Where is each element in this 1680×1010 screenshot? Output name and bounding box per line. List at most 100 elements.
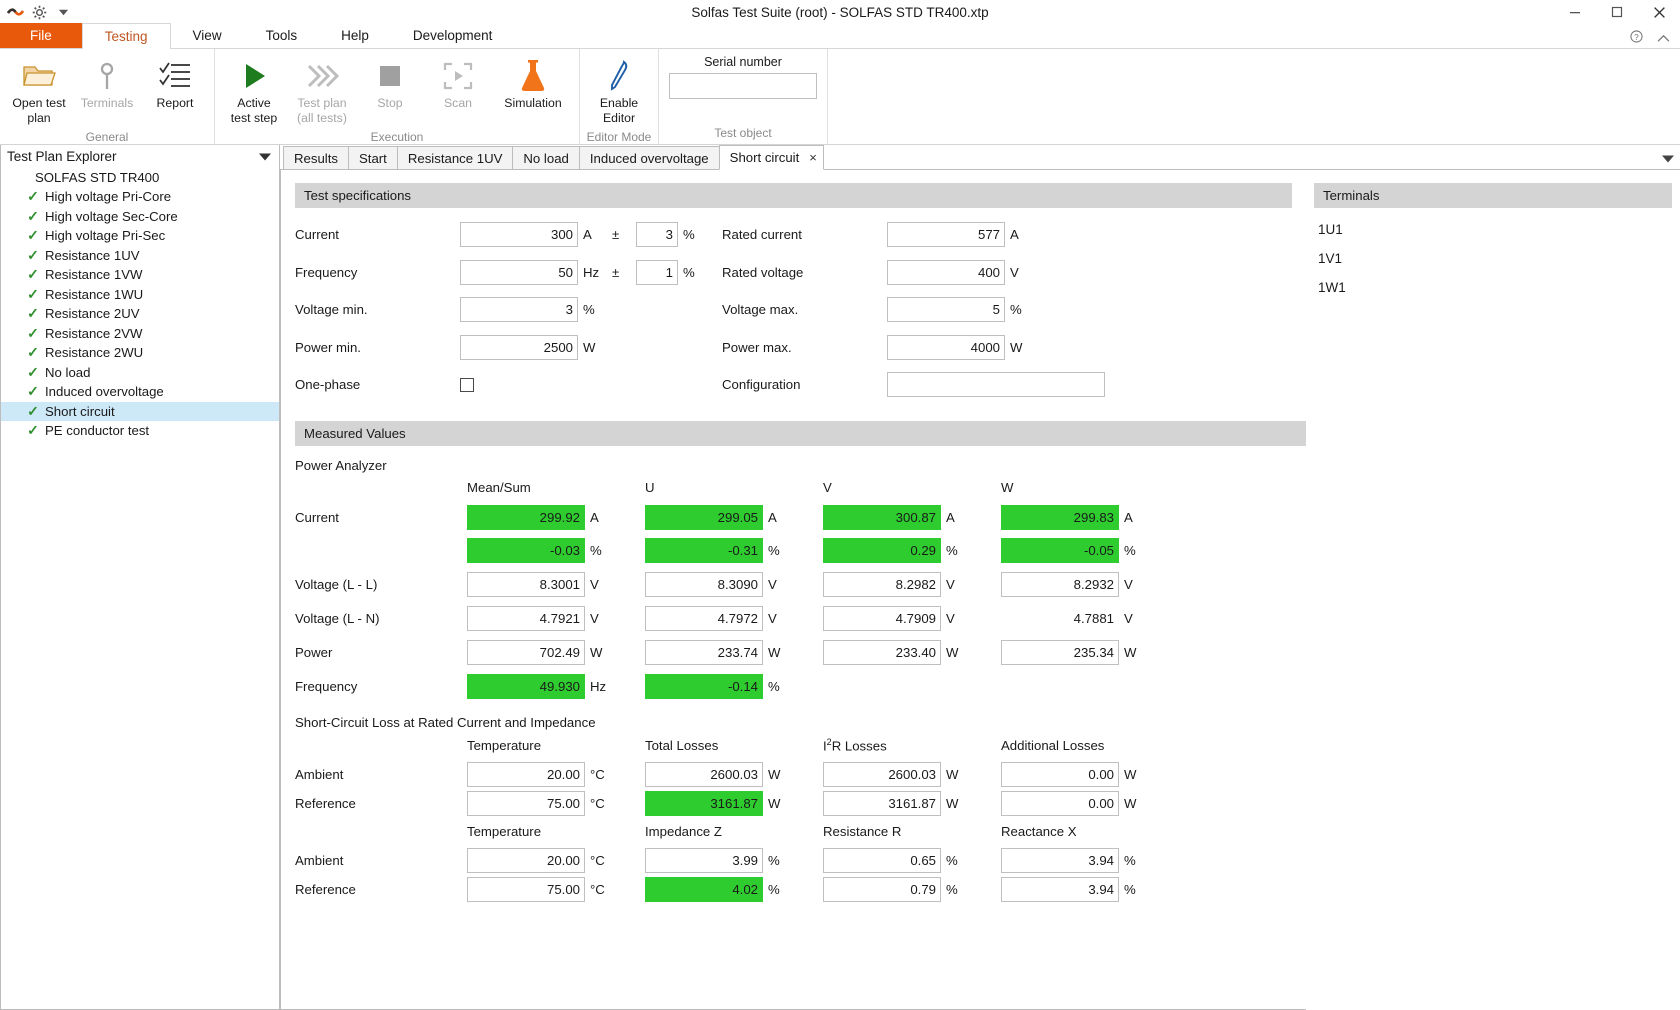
pa-current-dev-mean[interactable]: -0.03 [467, 538, 585, 563]
tree-item-resistance-2uv[interactable]: ✓ Resistance 2UV [1, 304, 279, 324]
tree-item-resistance-2vw[interactable]: ✓ Resistance 2VW [1, 324, 279, 344]
tree-item-resistance-1wu[interactable]: ✓ Resistance 1WU [1, 285, 279, 305]
ribbon-help-icon[interactable]: ? [1630, 30, 1643, 48]
tab-overflow-icon[interactable] [1662, 154, 1674, 166]
imp-reference-r[interactable]: 0.79 [823, 876, 941, 902]
terminals-button[interactable]: Terminals [74, 53, 140, 114]
rated-current-input[interactable]: 577 [887, 222, 1005, 248]
pa-voltage-ll-w[interactable]: 8.2932 [1001, 572, 1119, 597]
ribbon-tab-development[interactable]: Development [391, 23, 515, 48]
terminal-item-1u1[interactable]: 1U1 [1306, 215, 1680, 244]
ribbon-collapse-icon[interactable] [1657, 30, 1670, 48]
tree-item-resistance-2wu[interactable]: ✓ Resistance 2WU [1, 343, 279, 363]
tree-item-high-voltage-sec-core[interactable]: ✓ High voltage Sec-Core [1, 207, 279, 227]
serial-number-input[interactable] [669, 73, 817, 99]
pa-current-u[interactable]: 299.05 [645, 504, 763, 530]
pa-power-w[interactable]: 235.34 [1001, 640, 1119, 665]
frequency-input[interactable]: 50 [460, 259, 578, 285]
loss-ambient-i2r[interactable]: 2600.03 [823, 761, 941, 787]
pa-power-v[interactable]: 233.40 [823, 640, 941, 665]
ribbon-tab-help[interactable]: Help [319, 23, 391, 48]
report-button[interactable]: Report [142, 53, 208, 114]
pa-power-mean[interactable]: 702.49 [467, 640, 585, 665]
tree-item-induced-overvoltage[interactable]: ✓ Induced overvoltage [1, 382, 279, 402]
pa-current-v[interactable]: 300.87 [823, 504, 941, 530]
close-button[interactable] [1638, 0, 1680, 24]
ribbon-tab-testing[interactable]: Testing [81, 23, 171, 49]
open-test-plan-button[interactable]: Open test plan [6, 53, 72, 130]
pa-voltage-ln-u[interactable]: 4.7972 [645, 606, 763, 631]
tree-item-pe-conductor-test[interactable]: ✓ PE conductor test [1, 421, 279, 441]
imp-reference-temperature[interactable]: 75.00 [467, 876, 585, 902]
imp-reference-z[interactable]: 4.02 [645, 876, 763, 902]
pa-voltage-ln-v[interactable]: 4.7909 [823, 606, 941, 631]
tree-item-resistance-1uv[interactable]: ✓ Resistance 1UV [1, 246, 279, 266]
chevron-down-icon[interactable] [54, 3, 72, 21]
tree-root-node[interactable]: SOLFAS STD TR400 [1, 168, 279, 187]
ribbon-tab-view[interactable]: View [171, 23, 244, 48]
tab-resistance-1uv[interactable]: Resistance 1UV [396, 146, 514, 169]
loss-reference-i2r[interactable]: 3161.87 [823, 790, 941, 816]
terminal-item-1w1[interactable]: 1W1 [1306, 273, 1680, 302]
power-min-input[interactable]: 2500 [460, 334, 578, 360]
pa-current-mean[interactable]: 299.92 [467, 504, 585, 530]
loss-ambient-additional[interactable]: 0.00 [1001, 761, 1119, 787]
loss-reference-temperature[interactable]: 75.00 [467, 790, 585, 816]
tree-item-short-circuit[interactable]: ✓ Short circuit [1, 401, 279, 421]
current-input[interactable]: 300 [460, 222, 578, 248]
active-test-step-button[interactable]: Active test step [221, 53, 287, 130]
enable-editor-button[interactable]: Enable Editor [586, 53, 652, 130]
voltage-min-input[interactable]: 3 [460, 297, 578, 323]
pa-current-dev-w[interactable]: -0.05 [1001, 538, 1119, 563]
test-plan-all-tests-button[interactable]: Test plan (all tests) [289, 53, 355, 130]
app-logo-icon[interactable] [6, 3, 24, 21]
terminal-item-1v1[interactable]: 1V1 [1306, 244, 1680, 273]
imp-ambient-z[interactable]: 3.99 [645, 847, 763, 873]
loss-reference-total[interactable]: 3161.87 [645, 790, 763, 816]
tree-item-high-voltage-pri-core[interactable]: ✓ High voltage Pri-Core [1, 187, 279, 207]
pa-current-dev-v[interactable]: 0.29 [823, 538, 941, 563]
ribbon-tab-file[interactable]: File [0, 23, 82, 48]
configuration-input[interactable] [887, 372, 1105, 398]
imp-reference-x[interactable]: 3.94 [1001, 876, 1119, 902]
imp-ambient-temperature[interactable]: 20.00 [467, 847, 585, 873]
minimize-button[interactable] [1554, 0, 1596, 24]
chevron-down-icon[interactable] [259, 149, 271, 164]
imp-ambient-x[interactable]: 3.94 [1001, 847, 1119, 873]
pa-power-u[interactable]: 233.74 [645, 640, 763, 665]
tree-item-no-load[interactable]: ✓ No load [1, 363, 279, 383]
loss-ambient-temperature[interactable]: 20.00 [467, 761, 585, 787]
pa-current-dev-u[interactable]: -0.31 [645, 538, 763, 563]
stop-button[interactable]: Stop [357, 53, 423, 114]
pa-frequency-mean[interactable]: 49.930 [467, 674, 585, 699]
simulation-button[interactable]: Simulation [493, 53, 573, 114]
pa-voltage-ln-mean[interactable]: 4.7921 [467, 606, 585, 631]
close-icon[interactable]: × [809, 150, 817, 165]
loss-ambient-total[interactable]: 2600.03 [645, 761, 763, 787]
loss-reference-additional[interactable]: 0.00 [1001, 790, 1119, 816]
tree-item-high-voltage-pri-sec[interactable]: ✓ High voltage Pri-Sec [1, 226, 279, 246]
current-tolerance-input[interactable]: 3 [636, 222, 678, 248]
maximize-button[interactable] [1596, 0, 1638, 24]
rated-voltage-input[interactable]: 400 [887, 259, 1005, 285]
pa-voltage-ll-u[interactable]: 8.3090 [645, 572, 763, 597]
tab-short-circuit[interactable]: Short circuit × [718, 145, 824, 170]
tab-induced-overvoltage[interactable]: Induced overvoltage [578, 146, 720, 169]
power-max-input[interactable]: 4000 [887, 334, 1005, 360]
tab-no-load[interactable]: No load [512, 146, 580, 169]
pa-current-w[interactable]: 299.83 [1001, 504, 1119, 530]
pa-voltage-ll-mean[interactable]: 8.3001 [467, 572, 585, 597]
frequency-tolerance-input[interactable]: 1 [636, 259, 678, 285]
gear-icon[interactable] [30, 3, 48, 21]
ribbon-tab-tools[interactable]: Tools [244, 23, 320, 48]
voltage-max-input[interactable]: 5 [887, 297, 1005, 323]
test-plan-label-2: (all tests) [297, 111, 347, 126]
pa-frequency-deviation[interactable]: -0.14 [645, 674, 763, 699]
imp-ambient-r[interactable]: 0.65 [823, 847, 941, 873]
one-phase-checkbox[interactable] [460, 377, 474, 392]
tab-start[interactable]: Start [347, 146, 398, 169]
pa-voltage-ll-v[interactable]: 8.2982 [823, 572, 941, 597]
scan-button[interactable]: Scan [425, 53, 491, 114]
tab-results[interactable]: Results [283, 146, 349, 169]
tree-item-resistance-1vw[interactable]: ✓ Resistance 1VW [1, 265, 279, 285]
